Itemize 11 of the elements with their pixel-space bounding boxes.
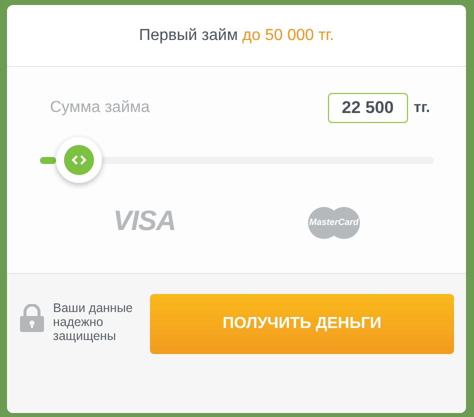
mastercard-logo: MasterCard — [308, 207, 360, 239]
currency-label: тг. — [414, 98, 430, 118]
arrows-icon — [64, 145, 94, 175]
offer-title: Первый займ до 50 000 тг. — [138, 26, 334, 46]
slider-fill — [40, 157, 56, 164]
lock-icon — [20, 304, 44, 332]
visa-logo: VISA — [113, 207, 176, 238]
amount-field[interactable]: 22 500 — [328, 93, 408, 123]
amount-label: Сумма займа — [50, 98, 150, 118]
slider-handle[interactable] — [56, 137, 102, 183]
security-note: Ваши данные надежно защищены — [53, 301, 134, 343]
